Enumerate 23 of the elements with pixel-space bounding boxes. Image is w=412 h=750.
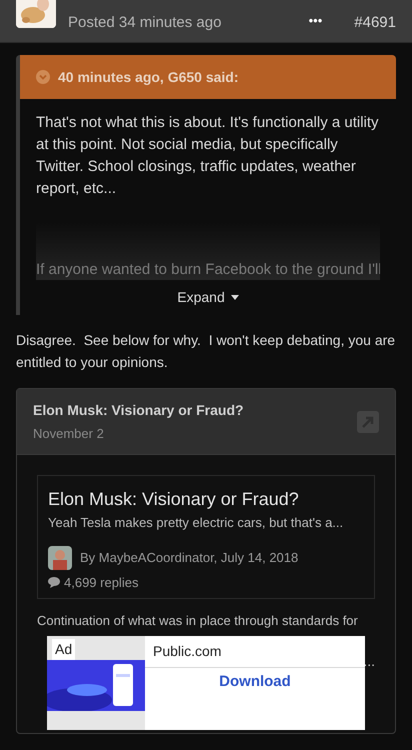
embed-date: November 2 bbox=[33, 424, 105, 443]
embed-title[interactable]: Elon Musk: Visionary or Fraud? bbox=[33, 400, 244, 421]
download-button[interactable]: Download bbox=[219, 671, 291, 694]
expand-button[interactable]: Expand bbox=[177, 287, 239, 308]
post-time: Posted 34 minutes ago bbox=[68, 15, 222, 30]
ad-banner[interactable]: Ad Public.com Download bbox=[47, 636, 365, 730]
avatar[interactable] bbox=[16, 0, 56, 28]
topic-card[interactable]: Elon Musk: Visionary or Fraud? Yeah Tesla makes pretty electric cars, but that's a... By MaybeACoordinator, July 14, 2018 4,699 replies bbox=[37, 475, 375, 599]
more-menu[interactable]: ••• bbox=[308, 10, 322, 30]
caret-icon bbox=[230, 295, 239, 300]
speech-bubble-icon bbox=[48, 576, 60, 588]
topic-byline: By MaybeACoordinator, July 14, 2018 bbox=[80, 548, 298, 567]
embed-excerpt: Continuation of what was in place through standards for bbox=[37, 612, 359, 630]
topic-title: Elon Musk: Visionary or Fraud? bbox=[48, 488, 300, 511]
quote-text: That's not what this is about. It's functionally a utility at this point. Not social media, but specifically Twitter. School closings, traffic updates, weather report, etc... bbox=[36, 113, 380, 199]
advertiser-name: Public.com bbox=[145, 636, 365, 668]
post-number[interactable]: #4691 bbox=[354, 15, 396, 30]
collapse-icon[interactable] bbox=[36, 70, 50, 84]
reply-count: 4,699 replies bbox=[64, 574, 138, 592]
quote-attribution: 40 minutes ago, G650 said: bbox=[58, 68, 239, 87]
topic-snippet: Yeah Tesla makes pretty electric cars, but that's a... bbox=[48, 514, 344, 532]
ad-badge: Ad bbox=[52, 639, 76, 660]
reply-text: Disagree. See below for why. I won't keep debating, you are entitled to your opinions. bbox=[16, 331, 396, 372]
